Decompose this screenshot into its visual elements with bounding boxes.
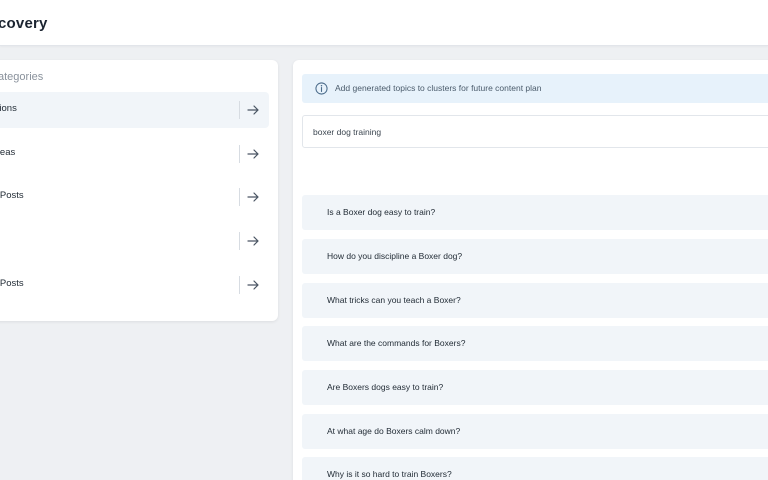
question-text: Why is it so hard to train Boxers?: [327, 469, 452, 479]
question-text: Are Boxers dogs easy to train?: [327, 382, 444, 392]
category-label: d Posts: [0, 278, 24, 289]
category-item-d-posts[interactable]: d Posts: [0, 267, 269, 303]
question-text: At what age do Boxers calm down?: [327, 426, 461, 436]
question-row[interactable]: How do you discipline a Boxer dog?: [302, 239, 768, 274]
question-text: How do you discipline a Boxer dog?: [327, 251, 463, 261]
arrow-right-icon[interactable]: [245, 233, 261, 249]
category-label: e Posts: [0, 190, 24, 201]
question-checkbox[interactable]: [313, 251, 324, 262]
categories-heading: ategories: [0, 71, 44, 83]
question-checkbox[interactable]: [313, 295, 324, 306]
category-label: stions: [0, 103, 17, 114]
category-item-ideas[interactable]: Ideas: [0, 136, 269, 172]
category-item-posts[interactable]: e Posts: [0, 179, 269, 215]
question-row[interactable]: Are Boxers dogs easy to train?: [302, 370, 768, 405]
question-text: Is a Boxer dog easy to train?: [327, 207, 436, 217]
divider: [239, 276, 240, 294]
question-row[interactable]: At what age do Boxers calm down?: [302, 414, 768, 449]
question-checkbox[interactable]: [313, 338, 324, 349]
divider: [239, 101, 240, 119]
keyword-input[interactable]: [302, 115, 768, 148]
question-row[interactable]: What are the commands for Boxers?: [302, 326, 768, 361]
divider: [239, 188, 240, 206]
arrow-right-icon[interactable]: [245, 146, 261, 162]
info-banner-text: Add generated topics to clusters for fut…: [335, 83, 542, 93]
page-title: covery: [0, 15, 48, 32]
question-text: What tricks can you teach a Boxer?: [327, 295, 461, 305]
category-item-s[interactable]: s: [0, 223, 269, 259]
top-bar: covery: [0, 0, 768, 46]
question-checkbox[interactable]: [313, 426, 324, 437]
question-text: What are the commands for Boxers?: [327, 338, 466, 348]
question-row[interactable]: What tricks can you teach a Boxer?: [302, 283, 768, 318]
divider: [239, 145, 240, 163]
category-item-questions[interactable]: stions: [0, 92, 269, 128]
info-icon: [315, 82, 328, 95]
arrow-right-icon[interactable]: [245, 189, 261, 205]
question-row[interactable]: Is a Boxer dog easy to train?: [302, 195, 768, 230]
question-row[interactable]: Why is it so hard to train Boxers?: [302, 457, 768, 480]
divider: [239, 232, 240, 250]
question-checkbox[interactable]: [313, 207, 324, 218]
arrow-right-icon[interactable]: [245, 277, 261, 293]
question-checkbox[interactable]: [313, 469, 324, 480]
question-checkbox[interactable]: [313, 382, 324, 393]
arrow-right-icon[interactable]: [245, 102, 261, 118]
info-banner: Add generated topics to clusters for fut…: [302, 74, 768, 103]
category-label: Ideas: [0, 147, 16, 158]
